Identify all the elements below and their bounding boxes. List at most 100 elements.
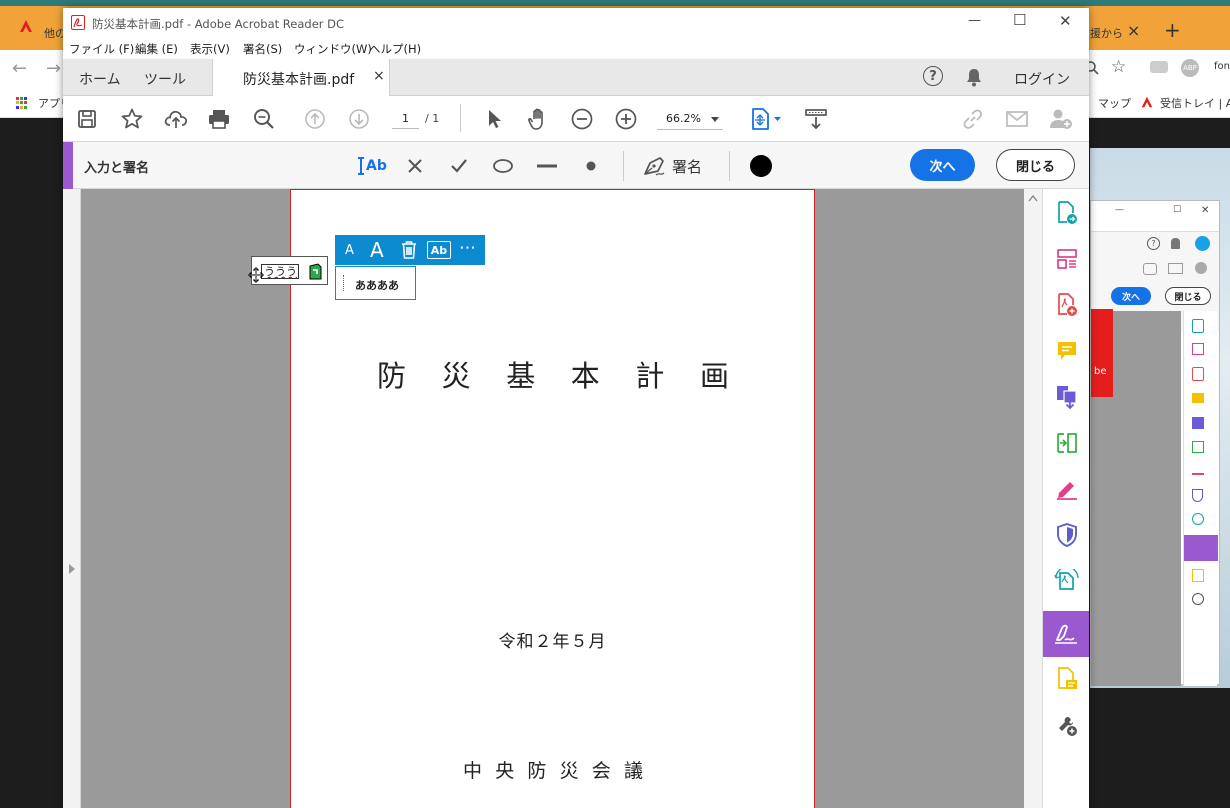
page-up-icon[interactable] bbox=[301, 105, 329, 133]
bookmark-inbox[interactable]: 受信トレイ | A bbox=[1160, 95, 1230, 111]
link-icon[interactable] bbox=[959, 105, 987, 133]
signbar-divider bbox=[623, 151, 624, 181]
close-window-button[interactable]: ✕ bbox=[1059, 12, 1072, 30]
scroll-up-arrow-icon[interactable] bbox=[1028, 195, 1038, 202]
circle-tool-icon[interactable] bbox=[489, 152, 517, 180]
increase-text-size-button[interactable]: A bbox=[370, 238, 384, 262]
fill-sign-active-tool[interactable] bbox=[1043, 611, 1089, 657]
mini-mail-icon[interactable] bbox=[1168, 263, 1183, 274]
new-tab-button[interactable]: + bbox=[1164, 18, 1181, 42]
text-annotation-box[interactable]: ああああ bbox=[335, 266, 416, 300]
dot-tool-icon[interactable] bbox=[577, 152, 605, 180]
expand-arrow-icon[interactable] bbox=[68, 564, 76, 574]
acrobat-window: 防災基本計画.pdf - Adobe Acrobat Reader DC — ☐… bbox=[63, 8, 1089, 808]
mini-link-icon[interactable] bbox=[1143, 263, 1157, 275]
tab-home[interactable]: ホーム bbox=[79, 69, 121, 89]
menu-help[interactable]: ヘルプ(H) bbox=[369, 41, 421, 57]
inline-text-input[interactable]: ううう bbox=[261, 264, 299, 279]
tab-close-icon[interactable]: × bbox=[1127, 21, 1140, 40]
add-user-icon[interactable] bbox=[1047, 105, 1075, 133]
zoom-out-icon[interactable] bbox=[568, 105, 596, 133]
tab-document[interactable]: 防災基本計画.pdf × bbox=[212, 59, 390, 96]
sign-pen-icon bbox=[1055, 624, 1077, 644]
menu-sign[interactable]: 署名(S) bbox=[243, 41, 282, 57]
document-viewer[interactable]: 防 災 基 本 計 画 令和２年５月 中 央 防 災 会 議 A A Ab ⋯ … bbox=[63, 189, 1089, 808]
mini-user-icon[interactable] bbox=[1195, 262, 1207, 274]
page-down-icon[interactable] bbox=[345, 105, 373, 133]
bookmark-maps[interactable]: マップ bbox=[1098, 95, 1131, 111]
maximize-button[interactable]: ☐ bbox=[1013, 11, 1026, 29]
help-icon[interactable]: ? bbox=[923, 66, 943, 86]
zoom-search-icon[interactable] bbox=[250, 105, 278, 133]
compress-pdf-icon[interactable] bbox=[1053, 429, 1081, 457]
mini-help-icon[interactable]: ? bbox=[1147, 237, 1160, 250]
decrease-text-size-button[interactable]: A bbox=[345, 243, 354, 258]
send-for-review-icon[interactable] bbox=[1053, 567, 1081, 595]
menu-file[interactable]: ファイル (F) bbox=[69, 41, 134, 57]
fill-sign-icon[interactable] bbox=[1053, 475, 1081, 503]
document-date: 令和２年５月 bbox=[498, 632, 607, 652]
sign-button[interactable]: 署名 bbox=[642, 152, 702, 180]
combine-files-icon[interactable] bbox=[1053, 383, 1081, 411]
extension-icon[interactable] bbox=[1150, 61, 1168, 73]
mini-close-button[interactable]: ✕ bbox=[1201, 205, 1209, 216]
zoom-in-icon[interactable] bbox=[612, 105, 640, 133]
annotation-text[interactable]: ああああ bbox=[355, 277, 399, 293]
back-arrow-icon[interactable]: ← bbox=[12, 58, 27, 79]
apps-grid-icon[interactable] bbox=[16, 97, 28, 109]
mini-maximize-button[interactable]: ☐ bbox=[1173, 205, 1181, 215]
page-number-input[interactable]: 1 bbox=[392, 109, 419, 129]
mini-avatar[interactable] bbox=[1195, 236, 1210, 251]
acrobat-tab-icon bbox=[18, 18, 34, 34]
mini-close-sign-button[interactable]: 閉じる bbox=[1165, 287, 1211, 305]
mail-icon[interactable] bbox=[1003, 105, 1031, 133]
edit-pdf-icon[interactable] bbox=[1053, 665, 1081, 693]
protect-shield-icon[interactable] bbox=[1053, 521, 1081, 549]
add-text-tool[interactable]: Ab bbox=[357, 153, 389, 179]
menu-bar: ファイル (F) 編集 (E) 表示(V) 署名(S) ウィンドウ(W) ヘルプ… bbox=[63, 37, 1089, 59]
cross-mark-icon[interactable] bbox=[401, 152, 429, 180]
mini-right-panel bbox=[1183, 311, 1218, 686]
cloud-upload-icon[interactable] bbox=[162, 105, 190, 133]
export-pdf-icon[interactable] bbox=[1053, 199, 1081, 227]
more-options-icon[interactable]: ⋯ bbox=[459, 238, 476, 258]
bookmark-star-icon[interactable] bbox=[118, 105, 146, 133]
trash-icon[interactable] bbox=[400, 240, 418, 260]
mini-bell-icon[interactable] bbox=[1171, 238, 1180, 249]
menu-edit[interactable]: 編集 (E) bbox=[135, 41, 178, 57]
vertical-scrollbar[interactable] bbox=[1024, 189, 1042, 808]
save-icon[interactable] bbox=[73, 105, 101, 133]
bookmark-star-icon[interactable]: ☆ bbox=[1111, 57, 1126, 77]
line-tool-icon[interactable] bbox=[533, 152, 561, 180]
tab-close-icon[interactable]: × bbox=[373, 68, 385, 84]
check-mark-icon[interactable] bbox=[445, 152, 473, 180]
minimize-button[interactable]: — bbox=[968, 13, 981, 28]
zoom-select[interactable]: 66.2% bbox=[657, 108, 723, 130]
abp-icon[interactable]: ABP bbox=[1181, 59, 1199, 77]
comment-icon[interactable] bbox=[1053, 337, 1081, 365]
mini-next-button[interactable]: 次へ bbox=[1111, 287, 1151, 305]
tab-tools[interactable]: ツール bbox=[144, 69, 186, 89]
ink-color-swatch[interactable] bbox=[750, 155, 772, 177]
scroll-mode-icon[interactable] bbox=[802, 105, 830, 133]
organize-pages-icon[interactable] bbox=[1053, 245, 1081, 273]
forward-arrow-icon[interactable]: → bbox=[46, 58, 61, 79]
more-tools-icon[interactable] bbox=[1053, 711, 1081, 739]
mini-minimize-button[interactable]: — bbox=[1115, 205, 1124, 215]
create-pdf-icon[interactable] bbox=[1053, 291, 1081, 319]
fit-page-icon[interactable] bbox=[747, 105, 785, 133]
menu-window[interactable]: ウィンドウ(W) bbox=[294, 41, 372, 57]
print-icon[interactable] bbox=[205, 105, 233, 133]
next-button[interactable]: 次へ bbox=[910, 149, 975, 181]
pen-nib-icon bbox=[644, 157, 665, 176]
hand-tool-icon[interactable] bbox=[524, 105, 552, 133]
text-field-toggle-button[interactable]: Ab bbox=[427, 241, 451, 259]
annotation-toolbar: A A Ab ⋯ bbox=[335, 235, 485, 265]
background-tab-label-right[interactable]: 援から bbox=[1090, 25, 1123, 41]
login-button[interactable]: ログイン bbox=[1014, 69, 1070, 89]
left-nav-collapsed[interactable] bbox=[63, 189, 81, 808]
close-sign-button[interactable]: 閉じる bbox=[996, 149, 1075, 181]
select-cursor-icon[interactable] bbox=[480, 105, 508, 133]
menu-view[interactable]: 表示(V) bbox=[190, 41, 230, 57]
bell-icon[interactable] bbox=[965, 67, 983, 87]
